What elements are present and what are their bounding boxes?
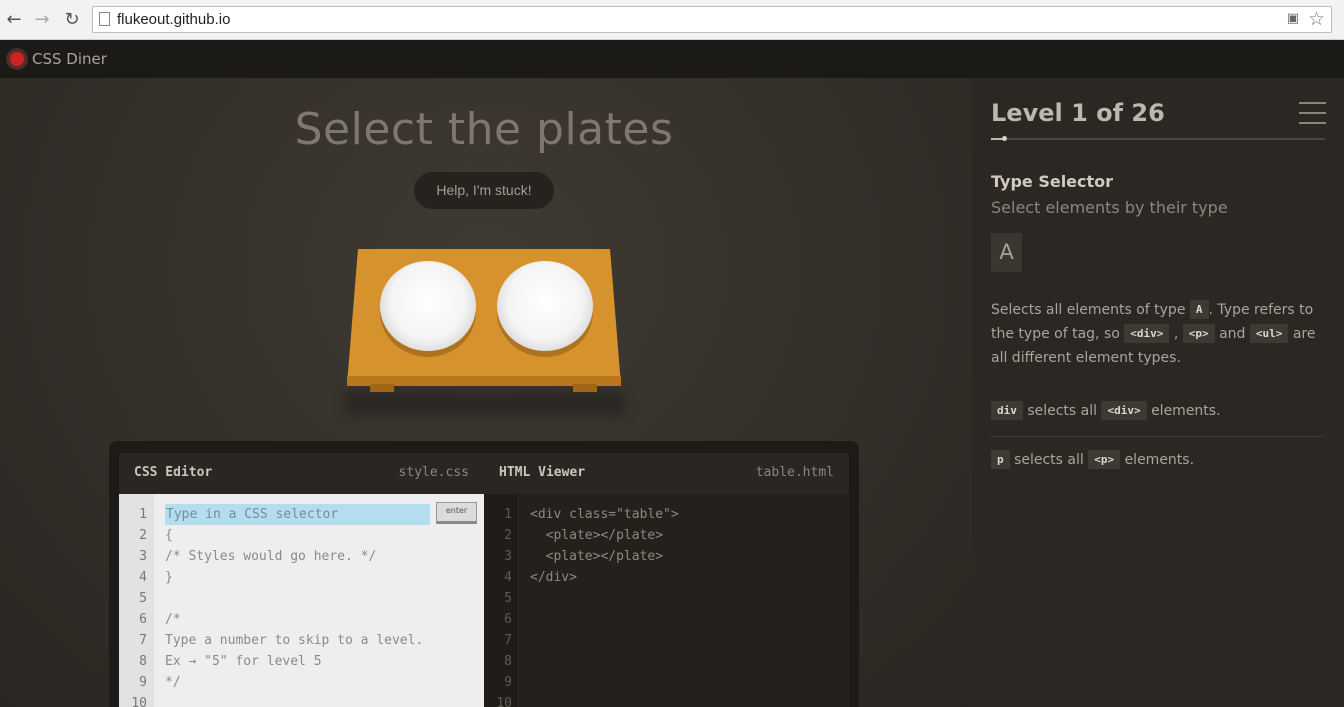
css-selector-input[interactable]: [165, 504, 430, 525]
selector-title: Select elements by their type: [991, 198, 1228, 217]
html-viewer-body: 1 2 3 4 5 6 7 8 9 10 <div class="table">…: [484, 494, 849, 707]
line-number: 3: [139, 549, 147, 564]
markup-line[interactable]: <plate></plate>: [530, 549, 663, 564]
reload-icon[interactable]: ↻: [61, 9, 83, 31]
browser-toolbar: ← → ↻ flukeout.github.io ▣ ☆: [0, 0, 1344, 40]
plate[interactable]: [497, 261, 593, 351]
level-sidebar: Level 1 of 26 Type Selector Select eleme…: [972, 78, 1344, 707]
css-editor-filename: style.css: [398, 465, 469, 480]
code-line: Ex → "5" for level 5: [165, 654, 322, 669]
line-gutter: 1 2 3 4 5 6 7 8 9 10: [119, 494, 154, 707]
code-tag: div: [991, 401, 1023, 420]
back-arrow-icon[interactable]: ←: [3, 9, 25, 31]
enter-button[interactable]: enter: [436, 502, 477, 524]
help-button[interactable]: Help, I'm stuck!: [414, 172, 554, 209]
code-line: }: [165, 570, 173, 585]
forward-arrow-icon[interactable]: →: [31, 9, 53, 31]
html-viewer-filename: table.html: [755, 465, 834, 480]
line-number: 8: [139, 654, 147, 669]
line-number: 10: [131, 696, 147, 707]
code-line: {: [165, 528, 173, 543]
line-number: 1: [504, 507, 512, 522]
line-number: 5: [504, 591, 512, 606]
level-progress-marker: [1002, 136, 1008, 141]
code-line: /*: [165, 612, 181, 627]
code-tag: p: [991, 450, 1010, 469]
markup-line[interactable]: <plate></plate>: [530, 528, 663, 543]
markup-line[interactable]: <div class="table">: [530, 507, 679, 522]
selector-syntax: A: [991, 233, 1022, 272]
line-gutter: 1 2 3 4 5 6 7 8 9 10: [484, 494, 519, 707]
css-editor-title: CSS Editor: [134, 465, 213, 480]
css-editor-header: CSS Editor style.css: [119, 453, 484, 494]
code-line: /* Styles would go here. */: [165, 549, 377, 564]
level-indicator: Level 1 of 26: [991, 99, 1165, 127]
line-number: 2: [139, 528, 147, 543]
code-line: */: [165, 675, 181, 690]
line-number: 10: [496, 696, 512, 707]
example-row: div selects all <div> elements.: [991, 399, 1331, 423]
level-instruction: Select the plates: [294, 104, 674, 155]
example-text: selects all: [1014, 452, 1084, 468]
address-bar[interactable]: flukeout.github.io ▣ ☆: [92, 6, 1332, 33]
level-progress-bar: [991, 136, 1325, 141]
bookmark-star-icon[interactable]: ☆: [1308, 8, 1325, 30]
table-leg: [370, 384, 394, 392]
line-number: 9: [504, 675, 512, 690]
html-viewer: HTML Viewer table.html 1 2 3 4 5 6 7 8 9…: [484, 453, 849, 707]
logo-icon: [7, 49, 27, 69]
plate[interactable]: [380, 261, 476, 351]
line-number: 8: [504, 654, 512, 669]
line-number: 3: [504, 549, 512, 564]
html-viewer-header: HTML Viewer table.html: [484, 453, 849, 494]
line-number: 7: [139, 633, 147, 648]
code-tag: A: [1189, 300, 1209, 319]
app-title[interactable]: CSS Diner: [32, 50, 107, 68]
editor-frame: CSS Editor style.css 1 2 3 4 5 6 7 8 9 1…: [109, 441, 859, 707]
line-number: 4: [139, 570, 147, 585]
code-tag: <ul>: [1249, 324, 1289, 343]
table-leg: [573, 384, 597, 392]
code-tag: <div>: [1101, 401, 1147, 420]
line-number: 6: [504, 612, 512, 627]
hint-text: Selects all elements of type: [991, 302, 1186, 318]
selector-hint: Selects all elements of type A. Type ref…: [991, 298, 1331, 370]
code-tag: <p>: [1088, 450, 1121, 469]
code-tag: <p>: [1182, 324, 1215, 343]
url-text[interactable]: flukeout.github.io: [117, 11, 230, 28]
code-tag: <div>: [1124, 324, 1170, 343]
page-icon: [99, 12, 110, 26]
line-number: 7: [504, 633, 512, 648]
html-viewer-title: HTML Viewer: [499, 465, 586, 480]
css-editor-body: 1 2 3 4 5 6 7 8 9 10 enter { /* Styles w…: [119, 494, 484, 707]
markup-line[interactable]: </div>: [530, 570, 577, 585]
line-number: 5: [139, 591, 147, 606]
example-text: selects all: [1027, 403, 1098, 419]
code-line: Type a number to skip to a level.: [165, 633, 424, 648]
line-number: 9: [139, 675, 147, 690]
table-shadow: [345, 390, 625, 416]
hamburger-menu-icon[interactable]: [1299, 102, 1326, 124]
example-text: elements.: [1124, 452, 1195, 468]
selector-name: Type Selector: [991, 172, 1114, 191]
line-number: 1: [139, 507, 147, 522]
divider: [991, 436, 1325, 437]
app-header: CSS Diner: [0, 40, 1344, 78]
game-area: Select the plates Help, I'm stuck! CSS E…: [0, 78, 972, 707]
line-number: 2: [504, 528, 512, 543]
css-editor: CSS Editor style.css 1 2 3 4 5 6 7 8 9 1…: [119, 453, 484, 707]
example-text: elements.: [1151, 403, 1221, 419]
line-number: 6: [139, 612, 147, 627]
line-number: 4: [504, 570, 512, 585]
hint-text: and: [1219, 326, 1246, 342]
hint-text: ,: [1173, 326, 1179, 342]
translate-icon[interactable]: ▣: [1287, 11, 1299, 26]
example-row: p selects all <p> elements.: [991, 448, 1331, 472]
